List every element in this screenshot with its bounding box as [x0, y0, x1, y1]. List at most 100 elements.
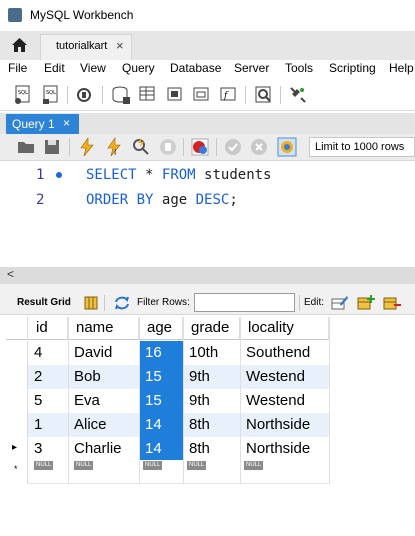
menu-query[interactable]: Query: [122, 61, 155, 75]
rollback-icon[interactable]: [249, 137, 269, 157]
cell-locality[interactable]: Westend: [240, 365, 329, 389]
cell-locality[interactable]: Northside: [240, 413, 329, 437]
commit-icon[interactable]: [223, 137, 243, 157]
create-function-icon[interactable]: f: [218, 84, 240, 106]
column-header-name[interactable]: name: [68, 317, 139, 340]
reconnect-icon[interactable]: [287, 84, 309, 106]
search-table-data-icon[interactable]: [253, 84, 275, 106]
null-badge[interactable]: NULL: [143, 461, 163, 470]
scroll-left-arrow-icon[interactable]: <: [7, 267, 14, 281]
cell-age[interactable]: 14: [139, 437, 183, 461]
row-header[interactable]: [6, 365, 28, 389]
toolbar-separator: [69, 138, 70, 156]
create-schema-icon[interactable]: [110, 84, 132, 106]
null-badge[interactable]: NULL: [187, 461, 207, 470]
main-toolbar: SQL SQL f: [0, 80, 415, 111]
line-number: 2: [36, 192, 45, 208]
menu-database[interactable]: Database: [170, 61, 221, 75]
cell-name[interactable]: Charlie: [68, 437, 139, 461]
refresh-icon[interactable]: [114, 296, 130, 310]
toolbar-separator: [299, 295, 300, 311]
null-badge[interactable]: NULL: [74, 461, 94, 470]
row-header[interactable]: [6, 389, 28, 413]
cell-age[interactable]: 16: [139, 341, 183, 365]
column-header-age[interactable]: age: [139, 317, 183, 340]
cell-id[interactable]: 2: [28, 365, 68, 389]
editor-horizontal-scrollbar[interactable]: <: [0, 267, 415, 284]
sql-code-line: ORDER BY age DESC;: [86, 192, 238, 208]
toggle-autocommit-icon[interactable]: [277, 137, 297, 157]
filter-rows-input[interactable]: [194, 293, 295, 312]
cell-grade[interactable]: 9th: [183, 389, 240, 413]
create-procedure-icon[interactable]: [191, 84, 213, 106]
limit-rows-select[interactable]: Limit to 1000 rows: [309, 137, 415, 157]
cell-locality[interactable]: Southend: [240, 341, 329, 365]
column-header-id[interactable]: id: [28, 317, 68, 340]
menu-server[interactable]: Server: [234, 61, 269, 75]
menu-help[interactable]: Help: [389, 61, 414, 75]
insert-row-icon[interactable]: [357, 294, 375, 311]
cell-grade[interactable]: 9th: [183, 365, 240, 389]
cell-name[interactable]: Eva: [68, 389, 139, 413]
cell-locality[interactable]: Northside: [240, 437, 329, 461]
connection-tab-tutorialkart[interactable]: tutorialkart ×: [40, 34, 132, 60]
row-header[interactable]: [6, 413, 28, 437]
cell-name[interactable]: Alice: [68, 413, 139, 437]
cell-grade[interactable]: 8th: [183, 413, 240, 437]
toggle-stop-on-error-icon[interactable]: [190, 137, 210, 157]
explain-icon[interactable]: [131, 137, 151, 157]
menu-file[interactable]: File: [8, 61, 27, 75]
cell-locality[interactable]: Westend: [240, 389, 329, 413]
svg-text:SQL: SQL: [46, 90, 56, 96]
column-divider: [139, 317, 140, 484]
svg-text:SQL: SQL: [18, 90, 28, 96]
cell-grade[interactable]: 8th: [183, 437, 240, 461]
sql-editor[interactable]: 1 SELECT * FROM students 2 ORDER BY age …: [0, 161, 415, 267]
open-sql-script-icon[interactable]: SQL: [40, 84, 62, 106]
row-header[interactable]: [6, 341, 28, 365]
home-tab[interactable]: [0, 31, 38, 60]
cell-age[interactable]: 15: [139, 365, 183, 389]
inspector-icon[interactable]: [75, 84, 97, 106]
cell-grade[interactable]: 10th: [183, 341, 240, 365]
result-grid-label[interactable]: Result Grid: [17, 297, 71, 308]
column-header-grade[interactable]: grade: [183, 317, 240, 340]
execute-current-statement-icon[interactable]: I: [104, 137, 124, 157]
grid-layout-icon[interactable]: [84, 296, 98, 310]
cell-age[interactable]: 15: [139, 389, 183, 413]
null-badge[interactable]: NULL: [244, 461, 264, 470]
filter-rows-label: Filter Rows:: [137, 297, 190, 308]
cell-name[interactable]: David: [68, 341, 139, 365]
cell-name[interactable]: Bob: [68, 365, 139, 389]
cell-id[interactable]: 5: [28, 389, 68, 413]
edit-current-row-icon[interactable]: [331, 294, 349, 311]
row-header[interactable]: ▸: [6, 437, 28, 461]
toolbar-separator: [280, 86, 281, 104]
result-grid-toolbar: Result Grid Filter Rows: Edit:: [0, 291, 415, 315]
delete-row-icon[interactable]: [383, 294, 401, 311]
connection-tab-bar: tutorialkart ×: [0, 31, 415, 60]
menu-scripting[interactable]: Scripting: [329, 61, 376, 75]
cell-id[interactable]: 4: [28, 341, 68, 365]
menu-tools[interactable]: Tools: [285, 61, 313, 75]
menu-view[interactable]: View: [80, 61, 106, 75]
stop-icon[interactable]: [158, 137, 178, 157]
create-view-icon[interactable]: [164, 84, 186, 106]
null-badge[interactable]: NULL: [34, 461, 54, 470]
query-tab[interactable]: Query 1 ×: [6, 114, 79, 134]
cell-age[interactable]: 14: [139, 413, 183, 437]
divider: [0, 284, 415, 291]
column-header-locality[interactable]: locality: [240, 317, 329, 340]
cell-id[interactable]: 3: [28, 437, 68, 461]
column-divider: [68, 317, 69, 484]
cell-id[interactable]: 1: [28, 413, 68, 437]
create-table-icon[interactable]: [137, 84, 159, 106]
menu-edit[interactable]: Edit: [44, 61, 65, 75]
close-connection-tab-icon[interactable]: ×: [116, 38, 124, 53]
close-query-tab-icon[interactable]: ×: [63, 116, 70, 130]
save-icon[interactable]: [42, 137, 62, 157]
open-folder-icon[interactable]: [16, 137, 36, 157]
toolbar-separator: [102, 86, 103, 104]
execute-icon[interactable]: [77, 137, 97, 157]
new-sql-tab-icon[interactable]: SQL: [12, 84, 34, 106]
